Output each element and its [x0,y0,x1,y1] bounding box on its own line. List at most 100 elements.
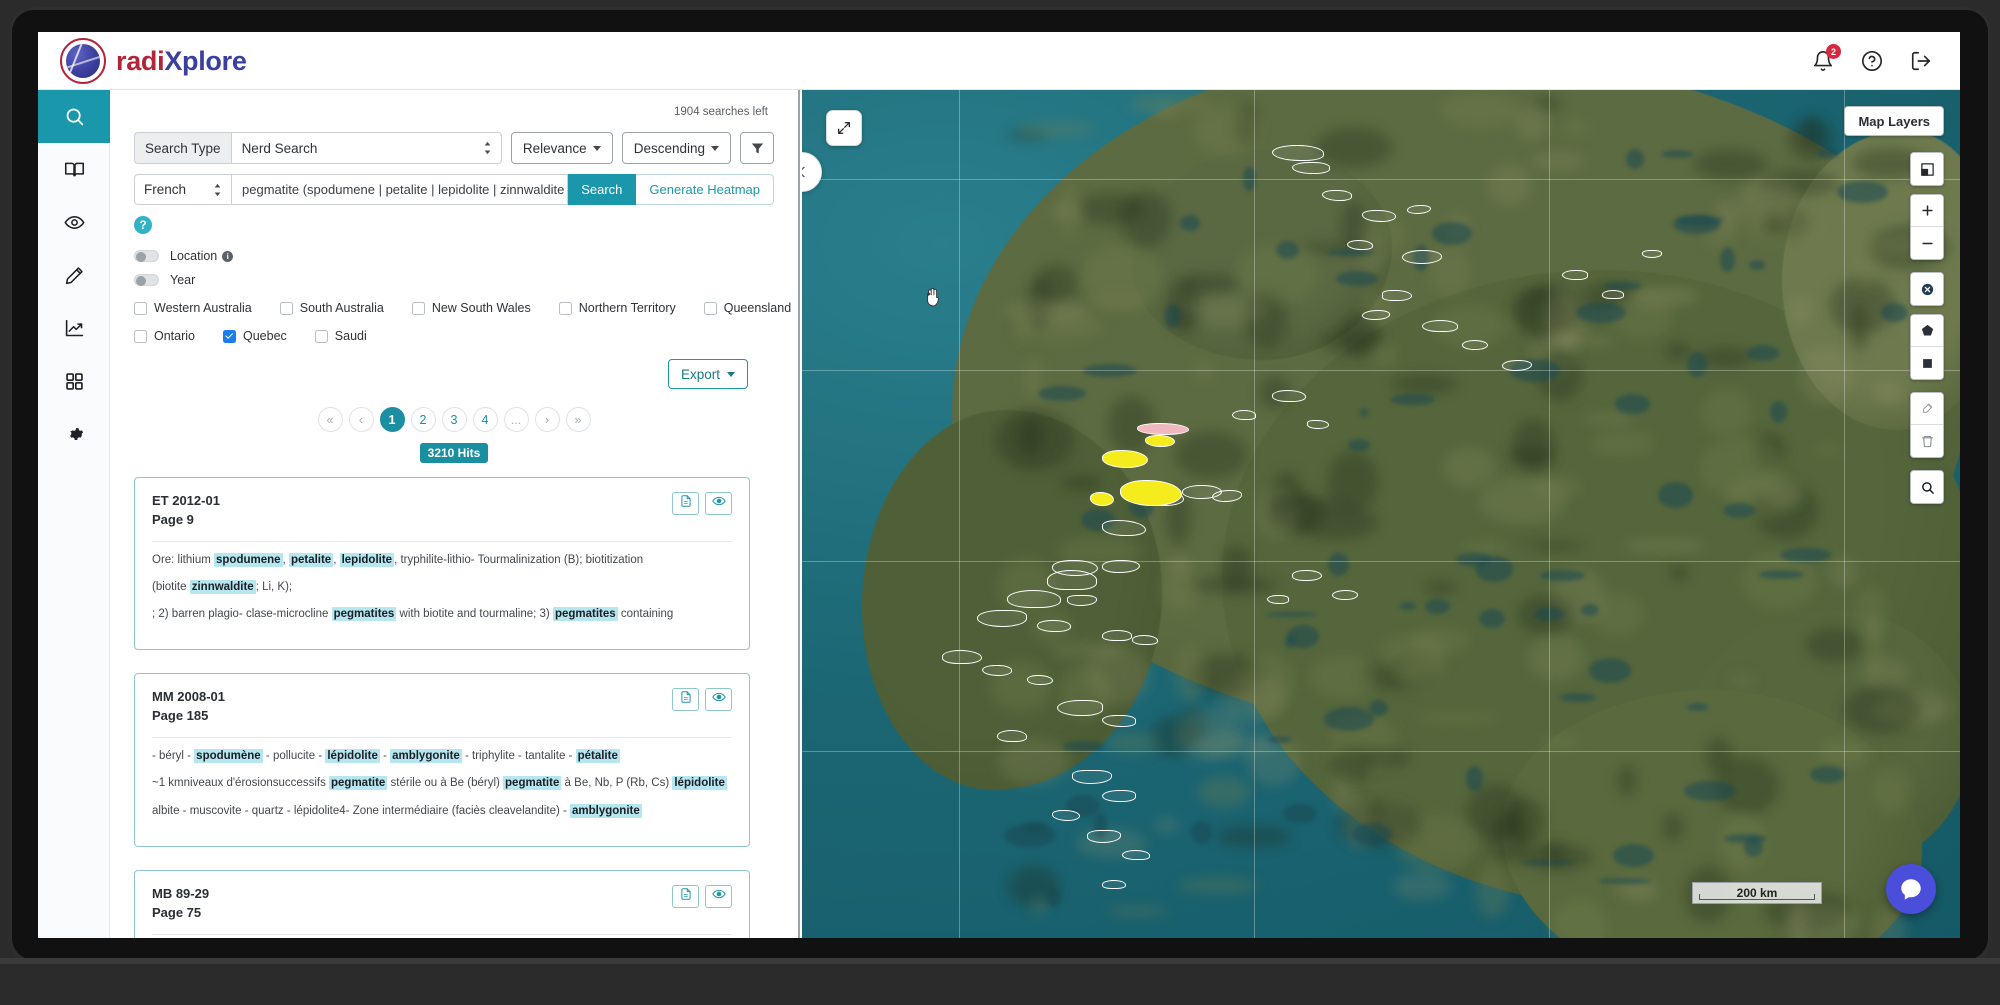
checkbox-box[interactable] [134,330,147,343]
checkbox-box[interactable] [315,330,328,343]
map-deposit-polygon[interactable] [1272,390,1306,402]
map-selected-deposit-polygon[interactable] [1102,450,1148,468]
year-switch[interactable] [134,274,159,286]
map-deposit-polygon[interactable] [1272,145,1324,161]
map-layers-button[interactable]: Map Layers [1844,106,1944,136]
map-edit-button[interactable] [1911,393,1943,425]
result-card[interactable]: MB 89-29Page 75tels la pétalite, le spod… [134,870,750,938]
region-checkbox-queensland[interactable]: Queensland [704,301,791,315]
map-deposit-polygon[interactable] [977,610,1027,627]
map-deposit-polygon[interactable] [1332,590,1358,600]
map-locate-button[interactable] [1911,273,1943,305]
map-deposit-polygon[interactable] [942,650,982,664]
map-selected-deposit-polygon[interactable] [1145,435,1175,447]
search-type-select[interactable]: Nerd Search [231,132,502,164]
pagination-page-3[interactable]: 3 [442,407,467,432]
sort-by-button[interactable]: Relevance [511,132,613,164]
generate-heatmap-button[interactable]: Generate Heatmap [636,174,774,205]
map-deposit-polygon[interactable] [1037,620,1071,632]
brand-logo[interactable]: radiXplore [60,38,247,84]
pagination-ellipsis[interactable]: ... [504,407,529,432]
checkbox-box[interactable] [280,302,293,315]
chat-support-button[interactable] [1886,864,1936,914]
map-deposit-polygon[interactable] [1057,700,1103,716]
region-checkbox-south-australia[interactable]: South Australia [280,301,384,315]
search-button[interactable]: Search [568,174,636,205]
region-checkbox-western-australia[interactable]: Western Australia [134,301,252,315]
result-card[interactable]: ET 2012-01 Page 9 Ore: lithium spodumene, … [134,477,750,650]
checkbox-box[interactable] [559,302,572,315]
toggle-location[interactable]: Location i [134,249,774,263]
pagination-page-1[interactable]: 1 [380,407,405,432]
pagination-last[interactable]: » [566,407,591,432]
sidebar-item-apps[interactable] [38,355,110,408]
search-query-input[interactable]: pegmatite (spodumene | petalite | lepido… [232,174,568,205]
map-deposit-polygon[interactable] [1382,290,1412,301]
checkbox-box[interactable] [704,302,717,315]
map-deposit-polygon[interactable] [1267,595,1289,604]
map-deposit-polygon[interactable] [1007,590,1061,608]
sidebar-item-annotate[interactable] [38,249,110,302]
map-deposit-polygon[interactable] [1122,850,1150,860]
map-search-button[interactable] [1911,471,1943,503]
sidebar-item-search[interactable] [38,90,110,143]
map-delete-button[interactable] [1911,425,1943,457]
map-deposit-polygon[interactable] [1132,635,1158,645]
preview-document-button[interactable] [705,688,732,711]
map-deposit-polygon[interactable] [997,730,1027,742]
map-selected-deposit-polygon[interactable] [1137,423,1189,435]
map-deposit-polygon[interactable] [1102,790,1136,802]
pagination-first[interactable]: « [318,407,343,432]
region-checkbox-northern-territory[interactable]: Northern Territory [559,301,676,315]
export-button[interactable]: Export [668,359,748,389]
map-deposit-polygon[interactable] [1642,250,1662,258]
map-deposit-polygon[interactable] [1102,880,1126,889]
pagination-page-2[interactable]: 2 [411,407,436,432]
open-document-button[interactable] [672,688,699,711]
pagination-next[interactable]: › [535,407,560,432]
checkbox-box[interactable] [134,302,147,315]
logout-icon[interactable] [1910,50,1932,72]
help-icon[interactable] [1861,50,1883,72]
location-switch[interactable] [134,250,159,262]
map-expand-button[interactable] [826,110,862,146]
map-satellite-imagery[interactable] [802,90,1960,938]
language-select[interactable]: French [134,174,232,205]
map-deposit-polygon[interactable] [1402,250,1442,264]
toggle-year[interactable]: Year [134,273,774,287]
pagination-page-4[interactable]: 4 [473,407,498,432]
pagination-prev[interactable]: ‹ [349,407,374,432]
filter-button[interactable] [740,132,774,164]
preview-document-button[interactable] [705,492,732,515]
map-frame-button[interactable] [1911,153,1943,185]
map-draw-rectangle-button[interactable] [1911,347,1943,379]
region-checkbox-quebec[interactable]: Quebec [223,329,287,343]
map-deposit-polygon[interactable] [1182,485,1222,499]
map-deposit-polygon[interactable] [1562,270,1588,280]
map-deposit-polygon[interactable] [1292,162,1330,174]
sidebar-item-library[interactable] [38,143,110,196]
map-zoom-out-button[interactable] [1911,227,1943,259]
sort-direction-button[interactable]: Descending [622,132,731,164]
map-selected-deposit-polygon[interactable] [1090,492,1114,506]
map-draw-polygon-button[interactable] [1911,315,1943,347]
open-document-button[interactable] [672,885,699,908]
checkbox-box[interactable] [412,302,425,315]
map-deposit-polygon[interactable] [1422,320,1458,332]
region-checkbox-ontario[interactable]: Ontario [134,329,195,343]
open-document-button[interactable] [672,492,699,515]
map-deposit-polygon[interactable] [1347,240,1373,250]
result-card[interactable]: MM 2008-01 Page 185 - béryl - spodumène - … [134,673,750,846]
map-deposit-polygon[interactable] [1047,570,1097,590]
map-deposit-polygon[interactable] [1307,420,1329,429]
preview-document-button[interactable] [705,885,732,908]
map-deposit-polygon[interactable] [1232,410,1256,420]
map-deposit-polygon[interactable] [1462,340,1488,350]
map-deposit-polygon[interactable] [1027,675,1053,685]
map-deposit-polygon[interactable] [1052,810,1080,821]
bell-icon[interactable]: 2 [1812,50,1834,72]
checkbox-box-checked[interactable] [223,330,236,343]
map-deposit-polygon[interactable] [1602,290,1624,299]
map-deposit-polygon[interactable] [982,665,1012,676]
info-icon[interactable]: i [222,251,233,262]
